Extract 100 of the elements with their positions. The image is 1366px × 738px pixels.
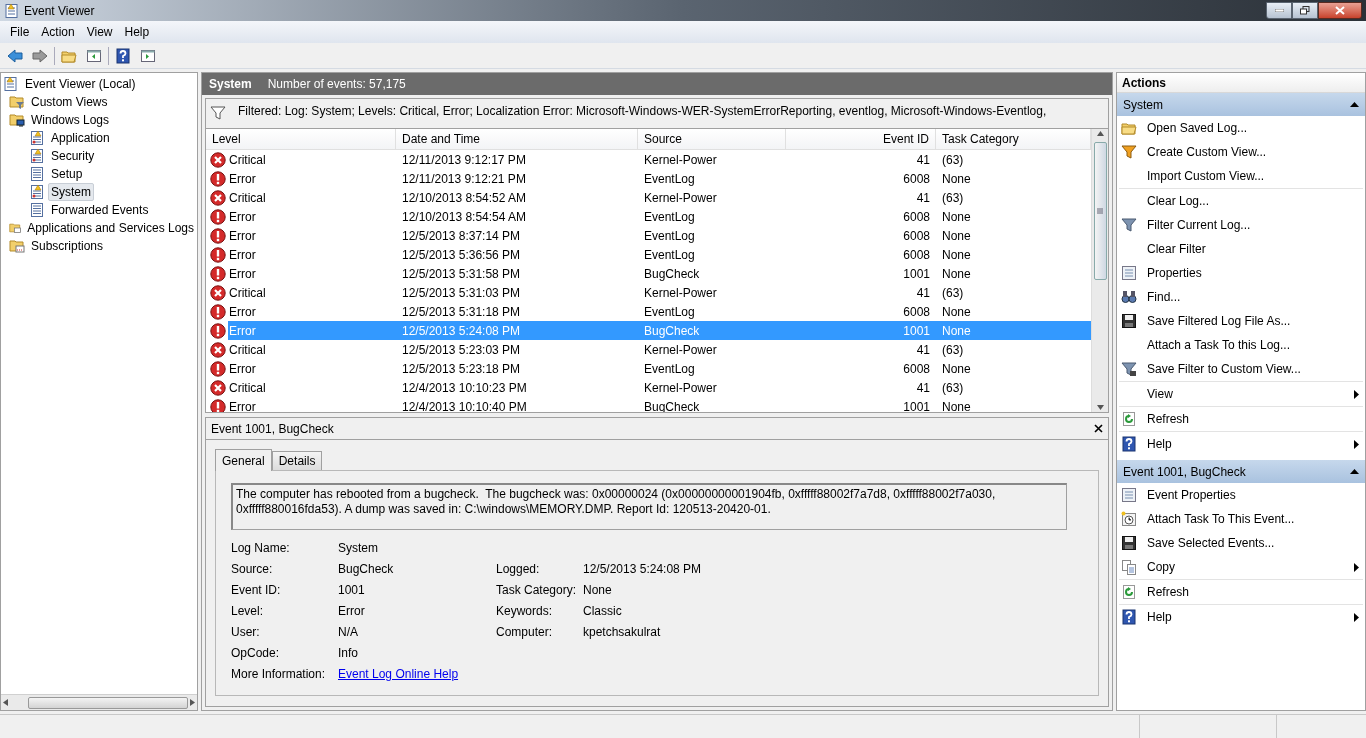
tree-item[interactable]: Subscriptions: [28, 237, 107, 255]
minimize-button[interactable]: [1266, 2, 1292, 19]
submenu-arrow-icon: [1354, 439, 1359, 449]
pane-command[interactable]: Help: [1119, 432, 1363, 456]
table-cell-text: None: [941, 303, 972, 321]
tree-item[interactable]: Forwarded Events: [48, 201, 152, 219]
pane-command[interactable]: Import Custom View...: [1119, 164, 1363, 188]
pane-command[interactable]: Save Filtered Log File As...: [1119, 309, 1363, 333]
collapse-icon[interactable]: [1350, 469, 1359, 474]
scroll-up-icon: [1096, 131, 1104, 136]
field-value: kpetchsakulrat: [583, 624, 662, 640]
tree-item[interactable]: Applications and Services Logs: [24, 219, 197, 237]
vertical-scrollbar[interactable]: [1091, 129, 1108, 412]
field-label: Logged:: [496, 561, 541, 577]
restore-button[interactable]: [1292, 2, 1318, 19]
refresh-icon: [1121, 411, 1137, 427]
collapse-icon[interactable]: [1350, 102, 1359, 107]
help-link[interactable]: Event Log Online Help: [338, 666, 783, 682]
tab[interactable]: Details: [271, 451, 323, 470]
horizontal-scrollbar[interactable]: [1, 694, 197, 710]
field-value: 12/5/2013 5:24:08 PM: [583, 561, 703, 577]
field-label: OpCode:: [231, 645, 281, 661]
copy-icon: [1121, 559, 1137, 575]
log-warning-icon: [29, 148, 45, 164]
pane-command[interactable]: Create Custom View...: [1119, 140, 1363, 164]
table-cell-text: 41: [915, 341, 931, 359]
table-cell-text: EventLog: [643, 208, 696, 226]
column-header[interactable]: Date and Time: [396, 129, 638, 149]
table-cell-text: EventLog: [643, 227, 696, 245]
menu-item[interactable]: View: [80, 21, 119, 43]
table-cell-text: EventLog: [643, 303, 696, 321]
scrollbar-thumb[interactable]: [28, 696, 188, 709]
field-label: Log Name:: [231, 540, 291, 556]
tree-item[interactable]: Setup: [48, 165, 86, 183]
error-icon: [210, 322, 226, 339]
tree-item[interactable]: Event Viewer (Local): [22, 75, 139, 93]
pane-command[interactable]: Event Properties: [1119, 483, 1363, 507]
table-cell-text: Kernel-Power: [643, 189, 718, 207]
scrollbar-thumb[interactable]: [1093, 142, 1107, 280]
table-cell-text: 6008: [902, 227, 931, 245]
field-label: More Information:: [231, 666, 327, 682]
refresh-icon: [1121, 584, 1137, 600]
pane-command[interactable]: Open Saved Log...: [1119, 116, 1363, 140]
tree-item[interactable]: System: [48, 183, 94, 201]
pane-command[interactable]: Copy: [1119, 555, 1363, 579]
table-cell-text: None: [941, 360, 972, 378]
filter-icon: [1121, 217, 1137, 233]
table-cell-text: (63): [941, 284, 965, 302]
tree-item[interactable]: Security: [48, 147, 98, 165]
actions-title: Actions: [1117, 73, 1365, 93]
field-value: 1001: [338, 582, 366, 598]
tree-item[interactable]: Windows Logs: [28, 111, 113, 129]
pane-command[interactable]: Attach a Task To this Log...: [1119, 333, 1363, 357]
pane-command[interactable]: Save Selected Events...: [1119, 531, 1363, 555]
pane-command[interactable]: Clear Log...: [1119, 189, 1363, 213]
column-header[interactable]: Level: [206, 129, 396, 149]
forward-arrow-icon: [32, 47, 48, 64]
column-header[interactable]: Event ID: [786, 129, 936, 149]
pane-command[interactable]: Find...: [1119, 285, 1363, 309]
tree-item[interactable]: Custom Views: [28, 93, 111, 111]
column-header[interactable]: Task Category: [936, 129, 1091, 149]
table-cell-text: 41: [915, 151, 931, 169]
pane-command[interactable]: View: [1119, 382, 1363, 406]
event-count: Number of events: 57,175: [267, 76, 406, 93]
log-icon: [4, 2, 20, 19]
pane-command[interactable]: Help: [1119, 605, 1363, 629]
section-header[interactable]: Event 1001, BugCheck: [1117, 460, 1365, 483]
back-arrow-icon: [7, 47, 23, 64]
table-cell-text: 12/11/2013 9:12:21 PM: [401, 170, 527, 188]
close-button[interactable]: [1318, 2, 1362, 19]
close-icon[interactable]: [1094, 424, 1103, 433]
table-cell-text: None: [941, 170, 972, 188]
menu-item[interactable]: Action: [35, 21, 81, 43]
tab[interactable]: General: [215, 449, 272, 471]
menu-item[interactable]: File: [4, 21, 36, 43]
close-icon: [1335, 6, 1345, 15]
critical-icon: [210, 379, 226, 396]
column-header[interactable]: Source: [638, 129, 786, 149]
table-cell-text: Error: [228, 170, 257, 188]
critical-icon: [210, 189, 226, 206]
table-cell-text: (63): [941, 189, 965, 207]
table-cell-text: Kernel-Power: [643, 341, 718, 359]
table-cell-text: EventLog: [643, 246, 696, 264]
pane-command[interactable]: Attach Task To This Event...: [1119, 507, 1363, 531]
section-header[interactable]: System: [1117, 93, 1365, 116]
pane-command[interactable]: Properties: [1119, 261, 1363, 285]
field-label: Computer:: [496, 624, 554, 640]
pane-command[interactable]: Filter Current Log...: [1119, 213, 1363, 237]
tree-item[interactable]: Application: [48, 129, 113, 147]
field-label: Task Category:: [496, 582, 578, 598]
pane-command[interactable]: Save Filter to Custom View...: [1119, 357, 1363, 381]
pane-command[interactable]: Clear Filter: [1119, 237, 1363, 261]
table-cell-text: Kernel-Power: [643, 151, 718, 169]
table-cell-text: 6008: [902, 208, 931, 226]
field-value: Info: [338, 645, 359, 661]
folder-icon: [1121, 120, 1137, 136]
pane-command[interactable]: Refresh: [1119, 580, 1363, 604]
menu-item[interactable]: Help: [118, 21, 156, 43]
event-description: The computer has rebooted from a bugcheck. The bugcheck was: 0x00000024 (0x00000000001904fb, 0xfffff88002f7a7d8, 0xfffff88002f7a030, 0xfffff880016fda53). A dump was saved in: C:\windows\MEMORY.DMP. Report Id: 120513-20420-01.: [231, 483, 1067, 530]
pane-command[interactable]: Refresh: [1119, 407, 1363, 431]
